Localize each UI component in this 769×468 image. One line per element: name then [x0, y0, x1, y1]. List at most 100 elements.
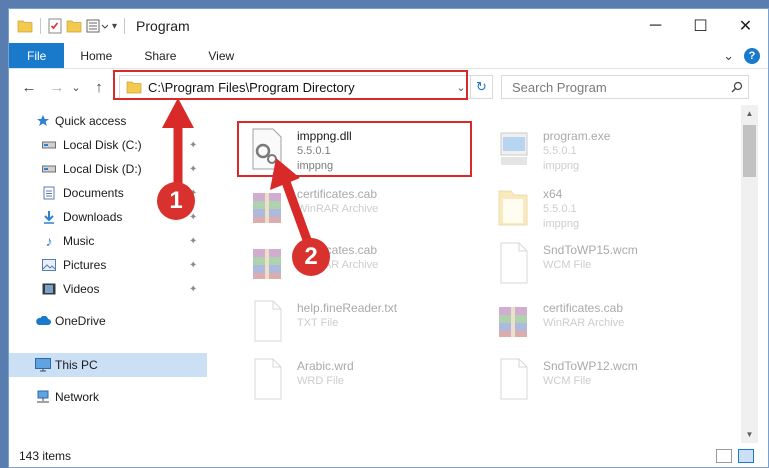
folder-icon — [17, 20, 33, 33]
refresh-button[interactable]: ↻ — [470, 76, 492, 98]
tab-file[interactable]: File — [9, 43, 65, 68]
file-icon — [500, 242, 528, 284]
sidebar-item-local-disk-c[interactable]: Local Disk (C:) ✦ — [9, 133, 207, 157]
sidebar-item-label: Network — [55, 390, 100, 404]
computer-icon — [35, 357, 51, 373]
drive-icon — [41, 161, 57, 177]
file-icon — [500, 358, 528, 400]
title-bar: ▾ Program ─ ☐ ✕ — [9, 9, 768, 43]
file-item[interactable]: certificates.cab WinRAR Archive — [237, 179, 477, 235]
drive-icon — [41, 137, 57, 153]
recent-locations-button[interactable]: ⌄ — [69, 75, 83, 99]
up-button[interactable]: ↑ — [87, 75, 111, 99]
winrar-icon — [253, 193, 281, 223]
file-name: SndToWP12.wcm — [543, 359, 638, 373]
new-folder-icon[interactable] — [66, 19, 82, 33]
search-input[interactable]: Search Program — [512, 80, 726, 95]
toolbar-divider — [124, 18, 126, 34]
maximize-button[interactable]: ☐ — [678, 9, 723, 43]
sidebar-item-pictures[interactable]: Pictures ✦ — [9, 253, 207, 277]
file-item[interactable]: SndToWP12.wcm WCM File — [483, 351, 723, 407]
documents-icon — [41, 185, 57, 201]
file-name: certificates.cab — [297, 187, 378, 201]
large-icons-view-icon[interactable] — [738, 449, 754, 463]
network-icon — [35, 389, 51, 405]
file-type: WinRAR Archive — [543, 317, 625, 329]
item-count: 143 items — [19, 449, 72, 463]
minimize-button[interactable]: ─ — [633, 9, 678, 43]
folder-icon — [498, 190, 528, 226]
sidebar-item-label: Music — [63, 234, 95, 248]
expand-ribbon-icon[interactable]: ⌄ — [723, 48, 734, 64]
sidebar-item-onedrive[interactable]: OneDrive — [9, 309, 207, 333]
cloud-icon — [35, 313, 51, 329]
file-item[interactable]: Arabic.wrd WRD File — [237, 351, 477, 407]
sidebar-item-label: Local Disk (C:) — [63, 138, 142, 152]
exe-icon — [500, 132, 528, 165]
tab-home[interactable]: Home — [64, 43, 128, 68]
sidebar-item-quick-access[interactable]: Quick access — [9, 109, 207, 133]
pin-icon[interactable]: ✦ — [189, 140, 197, 151]
file-list: imppng.dll 5.5.0.1 imppng program.exe 5.… — [217, 105, 741, 443]
help-icon[interactable]: ? — [744, 47, 760, 64]
back-button[interactable]: ← — [17, 75, 41, 99]
pin-icon[interactable]: ✦ — [189, 164, 197, 175]
pin-icon[interactable]: ✦ — [189, 236, 197, 247]
sidebar-item-videos[interactable]: Videos ✦ — [9, 277, 207, 301]
navigation-pane: Quick access Local Disk (C:) ✦ Local Dis… — [9, 105, 207, 443]
properties-icon[interactable] — [48, 18, 62, 34]
sidebar-item-label: Local Disk (D:) — [63, 162, 142, 176]
scrollbar-thumb[interactable] — [743, 125, 756, 177]
pin-icon[interactable]: ✦ — [189, 260, 197, 271]
sidebar-item-this-pc[interactable]: This PC — [9, 353, 207, 377]
file-name: help.fineReader.txt — [297, 301, 398, 315]
file-item[interactable]: SndToWP15.wcm WCM File — [483, 235, 723, 291]
tab-share[interactable]: Share — [128, 43, 192, 68]
star-icon — [35, 113, 51, 129]
sidebar-item-label: This PC — [55, 358, 98, 372]
winrar-icon — [253, 249, 281, 279]
close-button[interactable]: ✕ — [723, 9, 768, 43]
file-type: WRD File — [297, 375, 345, 387]
file-item[interactable]: certificates.cab WinRAR Archive — [237, 235, 477, 291]
details-view-icon[interactable] — [716, 449, 732, 463]
view-switcher — [716, 449, 754, 463]
sidebar-item-local-disk-d[interactable]: Local Disk (D:) ✦ — [9, 157, 207, 181]
toolbar-divider — [40, 18, 41, 34]
pin-icon[interactable]: ✦ — [189, 284, 197, 295]
ribbon-tabs: File Home Share View ⌄ ? — [9, 43, 768, 69]
search-icon[interactable] — [726, 81, 748, 93]
file-item[interactable]: certificates.cab WinRAR Archive — [483, 293, 723, 349]
window-controls: ─ ☐ ✕ — [633, 9, 768, 43]
search-box[interactable]: Search Program — [501, 75, 749, 99]
highlight-box — [237, 121, 472, 177]
tab-view[interactable]: View — [192, 43, 250, 68]
winrar-icon — [499, 307, 527, 337]
file-version: 5.5.0.1 — [543, 145, 577, 157]
file-description: imppng — [543, 218, 580, 230]
file-icon — [254, 300, 282, 342]
videos-icon — [41, 281, 57, 297]
file-description: imppng — [543, 160, 580, 172]
sidebar-item-music[interactable]: ♪ Music ✦ — [9, 229, 207, 253]
file-item[interactable]: x64 5.5.0.1 imppng — [483, 179, 723, 235]
file-item[interactable]: help.fineReader.txt TXT File — [237, 293, 477, 349]
forward-button[interactable]: → — [45, 75, 69, 99]
scroll-down-button[interactable]: ▼ — [741, 426, 758, 443]
vertical-scrollbar[interactable]: ▲ ▼ — [741, 105, 758, 443]
sidebar-item-label: Downloads — [63, 210, 123, 224]
chevron-down-icon[interactable]: ▾ — [112, 21, 117, 32]
scroll-up-button[interactable]: ▲ — [741, 105, 758, 122]
file-type: TXT File — [297, 317, 339, 329]
sidebar-item-network[interactable]: Network — [9, 385, 207, 409]
status-bar: 143 items — [9, 443, 768, 467]
window-title: Program — [136, 18, 190, 34]
file-name: program.exe — [543, 129, 611, 143]
sidebar-item-label: Quick access — [55, 114, 127, 128]
file-name: certificates.cab — [543, 301, 624, 315]
file-item[interactable]: program.exe 5.5.0.1 imppng — [483, 121, 723, 177]
download-icon — [41, 209, 57, 225]
customize-toolbar-icon[interactable] — [86, 19, 108, 33]
sidebar-item-label: Videos — [63, 282, 100, 296]
sidebar-item-label: Pictures — [63, 258, 107, 272]
